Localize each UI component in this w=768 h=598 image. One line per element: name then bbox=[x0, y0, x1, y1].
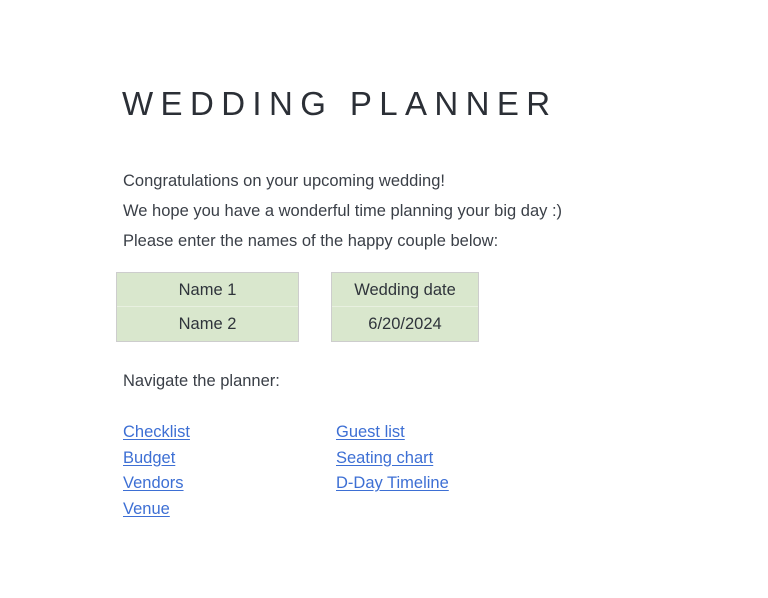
intro-line-congratulations: Congratulations on your upcoming wedding… bbox=[123, 172, 445, 190]
navigate-heading: Navigate the planner: bbox=[123, 372, 280, 390]
wedding-date-label: Wedding date bbox=[332, 273, 478, 307]
names-table: Name 1 Name 2 bbox=[116, 272, 299, 342]
nav-link-checklist[interactable]: Checklist bbox=[123, 420, 190, 446]
wedding-date-field[interactable]: 6/20/2024 bbox=[332, 307, 478, 341]
nav-column-left: Checklist Budget Vendors Venue bbox=[123, 420, 190, 522]
intro-text-block: Congratulations on your upcoming wedding… bbox=[123, 166, 723, 256]
intro-line-instruction: Please enter the names of the happy coup… bbox=[123, 232, 499, 250]
nav-link-d-day-timeline[interactable]: D-Day Timeline bbox=[336, 471, 449, 497]
wedding-planner-page: WEDDING PLANNER Congratulations on your … bbox=[0, 0, 768, 598]
nav-link-venue[interactable]: Venue bbox=[123, 497, 190, 523]
name-1-field[interactable]: Name 1 bbox=[117, 273, 298, 307]
nav-link-budget[interactable]: Budget bbox=[123, 446, 190, 472]
nav-link-vendors[interactable]: Vendors bbox=[123, 471, 190, 497]
name-2-field[interactable]: Name 2 bbox=[117, 307, 298, 341]
page-title: WEDDING PLANNER bbox=[122, 85, 558, 122]
intro-line-wishes: We hope you have a wonderful time planni… bbox=[123, 202, 563, 220]
nav-link-seating-chart[interactable]: Seating chart bbox=[336, 446, 449, 472]
nav-link-guest-list[interactable]: Guest list bbox=[336, 420, 449, 446]
nav-column-right: Guest list Seating chart D-Day Timeline bbox=[336, 420, 449, 497]
wedding-date-table: Wedding date 6/20/2024 bbox=[331, 272, 479, 342]
